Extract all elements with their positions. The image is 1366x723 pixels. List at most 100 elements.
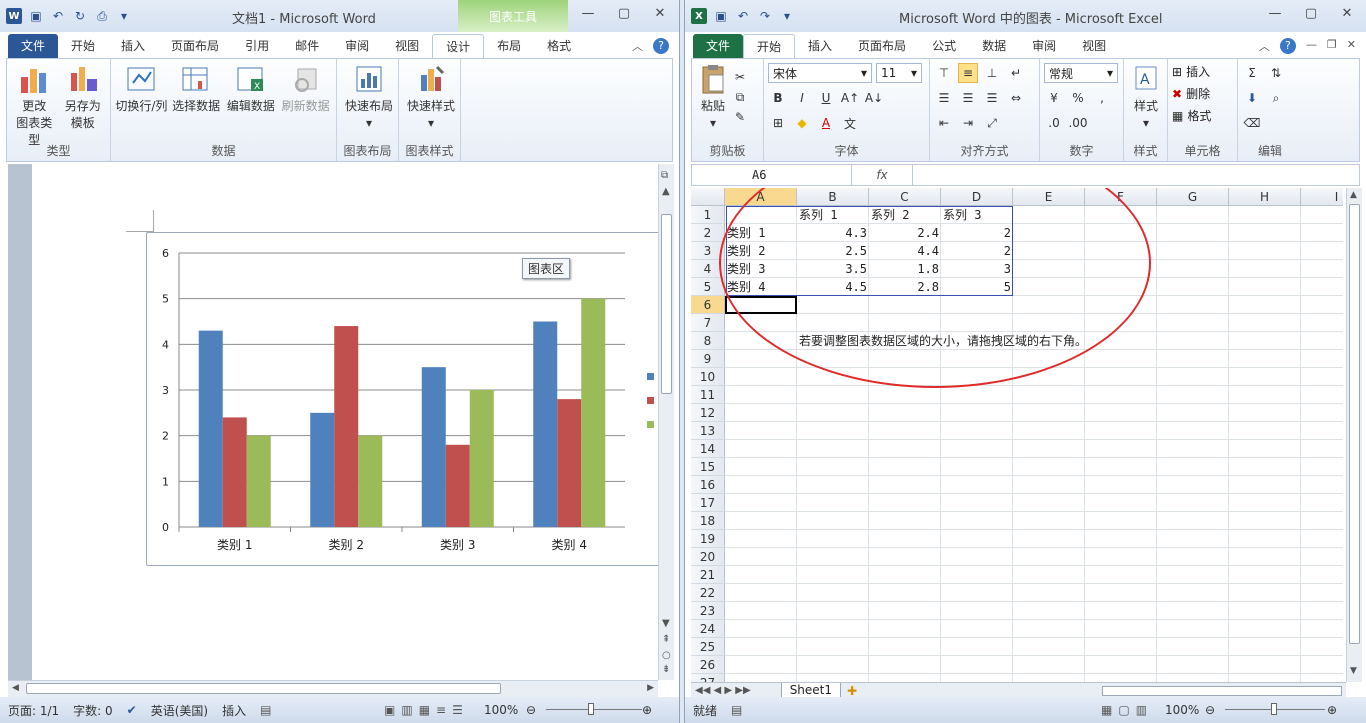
column-header[interactable]: H — [1229, 188, 1301, 206]
column-header[interactable]: I — [1301, 188, 1343, 206]
outline-view-icon[interactable]: ≡ — [436, 703, 446, 717]
cell-series-header[interactable]: 系列 2 — [869, 206, 941, 224]
row-header[interactable]: 25 — [691, 638, 725, 656]
edit-data-button[interactable]: X 编辑数据 — [225, 63, 278, 115]
increase-indent-icon[interactable]: ⇥ — [958, 113, 978, 133]
zoom-in-icon[interactable]: ⊕ — [1327, 703, 1337, 717]
name-box[interactable]: A6 — [692, 165, 852, 185]
scroll-left-icon[interactable]: ◀ — [12, 683, 19, 693]
sort-filter-icon[interactable]: ⇅ — [1266, 63, 1286, 83]
tab-formulas[interactable]: 公式 — [919, 34, 969, 58]
save-icon[interactable]: ▣ — [713, 8, 729, 24]
autosum-icon[interactable]: Σ — [1242, 63, 1262, 83]
cell-value[interactable]: 2.4 — [869, 224, 941, 242]
tab-data[interactable]: 数据 — [969, 34, 1019, 58]
align-bottom-icon[interactable]: ⊥ — [982, 63, 1002, 83]
font-size-combo[interactable]: 11 ▾ — [876, 63, 922, 83]
page-count[interactable]: 页面: 1/1 — [8, 702, 59, 719]
quick-layout-button[interactable]: 快速布局 ▾ — [341, 63, 397, 132]
cell-value[interactable]: 2.5 — [797, 242, 869, 260]
tab-file[interactable]: 文件 — [8, 34, 59, 58]
column-header[interactable]: F — [1085, 188, 1157, 206]
row-header[interactable]: 18 — [691, 512, 725, 530]
decrease-decimal-icon[interactable]: .00 — [1068, 113, 1088, 133]
redo-icon[interactable]: ↷ — [757, 8, 773, 24]
customize-qat-icon[interactable]: ▾ — [116, 8, 132, 24]
row-header[interactable]: 21 — [691, 566, 725, 584]
delete-cells-button[interactable]: 删除 — [1186, 85, 1210, 102]
row-header[interactable]: 2 — [691, 224, 725, 242]
help-icon[interactable]: ? — [1279, 38, 1296, 54]
chart-area[interactable]: 0 1 2 3 4 5 6 类别 1 类别 2 类别 3 类别 4 — [146, 232, 666, 566]
switch-row-column-button[interactable]: 切换行/列 — [115, 63, 168, 115]
grow-font-icon[interactable]: A↑ — [840, 88, 860, 108]
insert-mode[interactable]: 插入 — [222, 702, 246, 719]
row-header[interactable]: 6 — [691, 296, 725, 314]
row-header[interactable]: 9 — [691, 350, 725, 368]
scroll-up-icon[interactable]: ▲ — [662, 186, 670, 197]
copy-icon[interactable]: ⧉ — [730, 87, 750, 107]
tab-format[interactable]: 格式 — [534, 34, 584, 58]
close-button[interactable]: ✕ — [1336, 6, 1358, 24]
proofing-icon[interactable]: ✔ — [127, 703, 137, 717]
macro-record-icon[interactable]: ▤ — [731, 703, 742, 717]
scroll-right-icon[interactable]: ▶ — [647, 683, 654, 693]
column-header[interactable]: B — [797, 188, 869, 206]
fill-icon[interactable]: ⬇ — [1242, 88, 1262, 108]
tab-design[interactable]: 设计 — [432, 34, 485, 58]
row-header[interactable]: 16 — [691, 476, 725, 494]
zoom-level[interactable]: 100% — [1165, 703, 1199, 717]
customize-qat-icon[interactable]: ▾ — [779, 8, 795, 24]
merge-center-icon[interactable]: ⇔ — [1006, 88, 1026, 108]
next-page-icon[interactable]: ⇟ — [662, 664, 670, 675]
collapse-ribbon-icon[interactable]: ︿ — [632, 38, 643, 54]
row-header[interactable]: 27 — [691, 674, 725, 682]
percent-icon[interactable]: % — [1068, 88, 1088, 108]
macro-record-icon[interactable]: ▤ — [260, 703, 271, 717]
previous-page-icon[interactable]: ⇞ — [662, 634, 670, 645]
phonetic-guide-icon[interactable]: 文 — [840, 113, 860, 133]
borders-icon[interactable]: ⊞ — [768, 113, 788, 133]
column-header[interactable]: E — [1013, 188, 1085, 206]
undo-icon[interactable]: ↶ — [50, 8, 66, 24]
save-as-template-button[interactable]: 另存为 模板 — [60, 63, 107, 149]
decrease-indent-icon[interactable]: ⇤ — [934, 113, 954, 133]
undo-icon[interactable]: ↶ — [735, 8, 751, 24]
row-header[interactable]: 4 — [691, 260, 725, 278]
cell-category[interactable]: 类别 4 — [725, 278, 797, 296]
refresh-data-button[interactable]: 刷新数据 — [279, 63, 332, 115]
tab-page-layout[interactable]: 页面布局 — [845, 34, 919, 58]
tab-insert[interactable]: 插入 — [108, 34, 158, 58]
page-layout-view-icon[interactable]: ▢ — [1118, 703, 1129, 717]
bold-icon[interactable]: B — [768, 88, 788, 108]
web-layout-icon[interactable]: ▦ — [419, 703, 430, 717]
zoom-slider-thumb[interactable] — [588, 703, 594, 715]
align-center-icon[interactable]: ☰ — [958, 88, 978, 108]
minimize-button[interactable]: — — [1264, 6, 1286, 24]
maximize-button[interactable]: ▢ — [1300, 6, 1322, 24]
format-painter-icon[interactable]: ✎ — [730, 107, 750, 127]
row-header[interactable]: 5 — [691, 278, 725, 296]
row-header[interactable]: 11 — [691, 386, 725, 404]
row-header[interactable]: 23 — [691, 602, 725, 620]
shrink-font-icon[interactable]: A↓ — [864, 88, 884, 108]
cell-value[interactable]: 4.4 — [869, 242, 941, 260]
cell-value[interactable]: 2 — [941, 224, 1013, 242]
redo-icon[interactable]: ↻ — [72, 8, 88, 24]
row-header[interactable]: 8 — [691, 332, 725, 350]
paste-button[interactable]: 粘贴 ▾ — [696, 63, 730, 132]
cell-value[interactable]: 5 — [941, 278, 1013, 296]
draft-view-icon[interactable]: ☰ — [452, 703, 463, 717]
tab-review[interactable]: 审阅 — [332, 34, 382, 58]
tab-references[interactable]: 引用 — [232, 34, 282, 58]
ruler-toggle-icon[interactable]: ⧉ — [661, 170, 668, 181]
page-break-view-icon[interactable]: ▥ — [1136, 703, 1147, 717]
active-cell[interactable] — [725, 296, 797, 314]
scroll-down-icon[interactable]: ▼ — [1350, 666, 1357, 676]
insert-sheet-icon[interactable]: ✚ — [847, 684, 857, 698]
format-cells-button[interactable]: 格式 — [1187, 107, 1211, 124]
column-header[interactable]: A — [725, 188, 797, 206]
insert-function-icon[interactable]: fx — [852, 168, 912, 182]
scroll-thumb[interactable] — [1349, 204, 1360, 644]
worksheet-grid[interactable]: A B C D E F G H I 1 2 3 4 5 6 7 8 9 10 11 12 13 14 15 16 17 18 19 20… — [691, 188, 1343, 682]
